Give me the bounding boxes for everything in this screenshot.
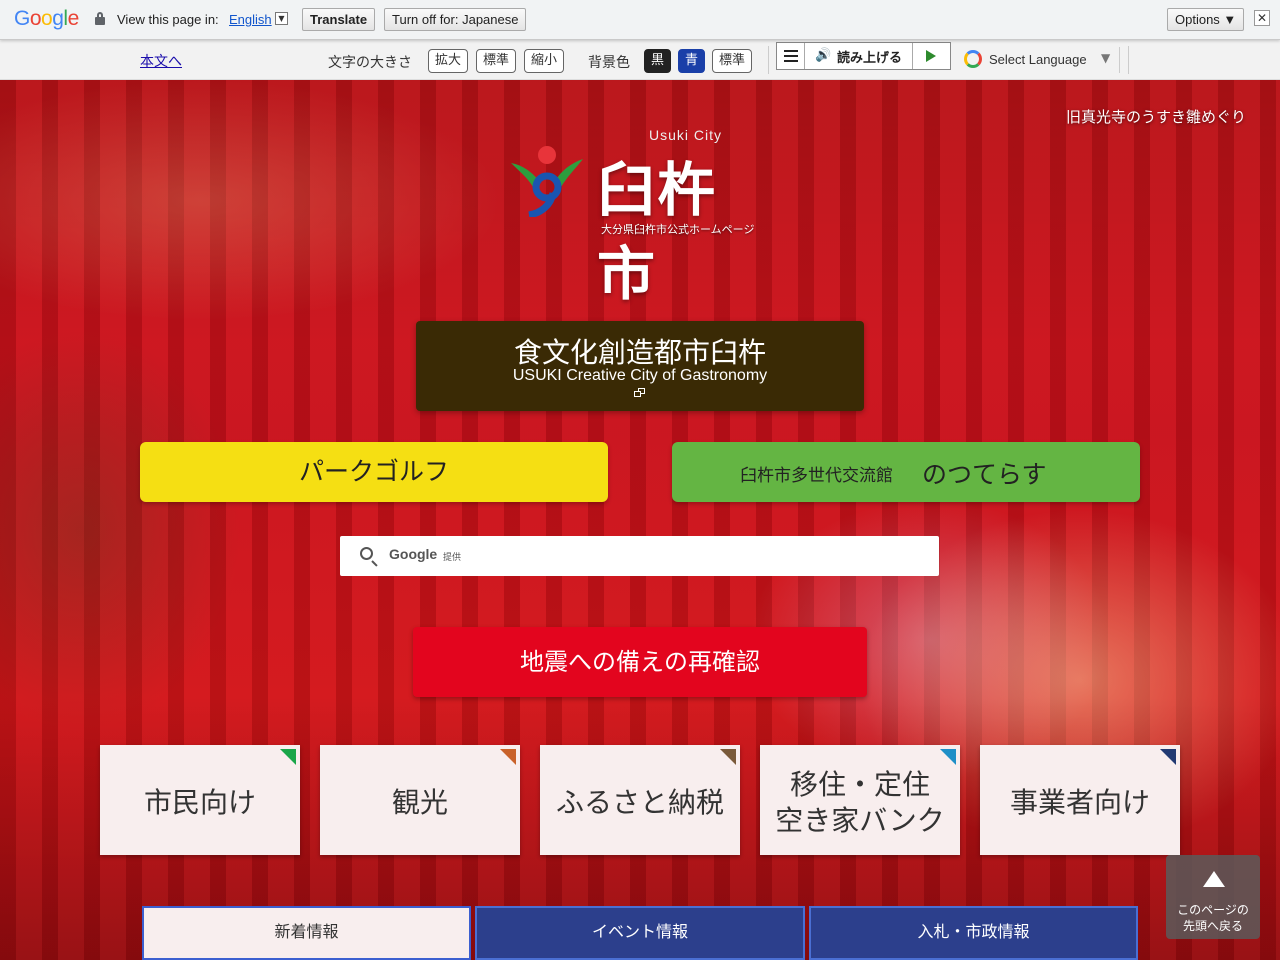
bg-black-button[interactable]: 黒 — [644, 49, 672, 73]
gastronomy-subtitle: USUKI Creative City of Gastronomy — [512, 367, 768, 384]
read-aloud-widget: 🔊 読み上げる — [776, 42, 951, 70]
bg-blue-button[interactable]: 青 — [678, 49, 706, 73]
play-icon[interactable] — [912, 43, 950, 69]
back-to-top-label: このページの — [1177, 903, 1249, 917]
chevron-down-icon[interactable]: ▼ — [275, 12, 288, 25]
options-button[interactable]: Options ▼ — [1167, 8, 1245, 31]
search-brand: Google — [389, 546, 438, 562]
category-business[interactable]: 事業者向け — [980, 745, 1180, 855]
category-furusato-tax[interactable]: ふるさと納税 — [540, 745, 740, 855]
google-logo-letter: G — [14, 7, 30, 30]
speaker-icon: 🔊 — [815, 48, 832, 63]
back-to-top-button[interactable]: このページの 先頭へ戻る — [1166, 855, 1260, 939]
lock-icon — [95, 12, 105, 25]
bg-standard-button[interactable]: 標準 — [712, 49, 753, 73]
turn-off-button[interactable]: Turn off for: Japanese — [384, 8, 527, 31]
category-citizens[interactable]: 市民向け — [100, 745, 300, 855]
search-provided-label: 提供 — [443, 553, 462, 563]
category-label: ふるさと納税 — [555, 786, 724, 819]
logo-subtitle: 大分県臼杵市公式ホームページ — [601, 223, 755, 236]
close-icon[interactable]: ✕ — [1254, 10, 1270, 26]
category-relocation[interactable]: 移住・定住 空き家バンク — [760, 745, 960, 855]
text-shrink-button[interactable]: 縮小 — [524, 49, 565, 73]
hero-background-photo: 旧真光寺のうすき雛めぐり Usuki City 臼杵市 大分県臼杵市公式ホームペ… — [0, 80, 1280, 960]
tab-bids-administration[interactable]: 入札・市政情報 — [809, 906, 1138, 960]
menu-icon[interactable] — [777, 43, 805, 69]
select-language-label: Select Language — [989, 52, 1087, 67]
notsuterasu-name: のつてらす — [922, 460, 1047, 489]
site-logo[interactable]: Usuki City 臼杵市 大分県臼杵市公式ホームページ — [505, 125, 775, 308]
notsuterasu-label: 臼杵市多世代交流館 — [740, 466, 893, 486]
gastronomy-banner[interactable]: 食文化創造都市臼杵 USUKI Creative City of Gastron… — [416, 321, 864, 411]
arrow-up-icon — [1203, 871, 1225, 887]
google-logo-letter: o — [41, 7, 53, 30]
view-in-label: View this page in: — [117, 12, 219, 27]
earthquake-preparedness-button[interactable]: 地震への備えの再確認 — [413, 627, 867, 697]
logo-english: Usuki City — [649, 127, 723, 143]
notsuterasu-button[interactable]: 臼杵市多世代交流館 のつてらす — [672, 442, 1140, 502]
text-size-label: 文字の大きさ — [328, 55, 412, 71]
info-tabs: 新着情報 イベント情報 入札・市政情報 — [140, 904, 1140, 960]
category-label: 空き家バンク — [775, 804, 945, 837]
category-label: 観光 — [391, 786, 448, 819]
photo-caption: 旧真光寺のうすき雛めぐり — [1065, 108, 1246, 126]
text-standard-button[interactable]: 標準 — [476, 49, 517, 73]
chevron-down-icon: ▼ — [1101, 51, 1111, 65]
divider — [1128, 46, 1129, 74]
corner-triangle-icon — [720, 749, 736, 765]
google-logo-letter: e — [67, 7, 80, 30]
corner-triangle-icon — [280, 749, 296, 765]
google-logo-letter: o — [29, 7, 42, 30]
search-icon — [360, 547, 373, 560]
category-tourism[interactable]: 観光 — [320, 745, 520, 855]
search-input[interactable]: Google 提供 — [340, 536, 939, 576]
category-label: 事業者向け — [1009, 786, 1150, 819]
background-color-label: 背景色 — [588, 55, 630, 71]
corner-triangle-icon — [500, 749, 516, 765]
skip-to-content-link[interactable]: 本文へ — [140, 51, 182, 71]
language-link[interactable]: English — [229, 12, 272, 27]
category-label: 市民向け — [143, 786, 256, 819]
language-select[interactable]: Select Language ▼ — [962, 47, 1120, 73]
back-to-top-label: 先頭へ戻る — [1182, 919, 1243, 933]
google-logo-letter: g — [52, 7, 64, 30]
translate-button[interactable]: Translate — [302, 8, 376, 31]
google-logo: Google — [14, 7, 79, 31]
category-label: 移住・定住 — [789, 768, 930, 801]
read-aloud-button[interactable]: 読み上げる — [837, 47, 902, 66]
gastronomy-title: 食文化創造都市臼杵 — [513, 336, 766, 369]
text-enlarge-button[interactable]: 拡大 — [428, 49, 469, 73]
google-translate-bar: Google View this page in: English ▼ Tran… — [0, 0, 1280, 40]
external-link-icon — [634, 388, 646, 398]
tab-news[interactable]: 新着情報 — [142, 906, 471, 960]
city-emblem-icon — [511, 146, 583, 217]
google-g-icon — [964, 50, 982, 68]
corner-triangle-icon — [1160, 749, 1176, 765]
park-golf-button[interactable]: パークゴルフ — [140, 442, 608, 502]
tab-events[interactable]: イベント情報 — [475, 906, 805, 960]
divider — [768, 46, 769, 74]
